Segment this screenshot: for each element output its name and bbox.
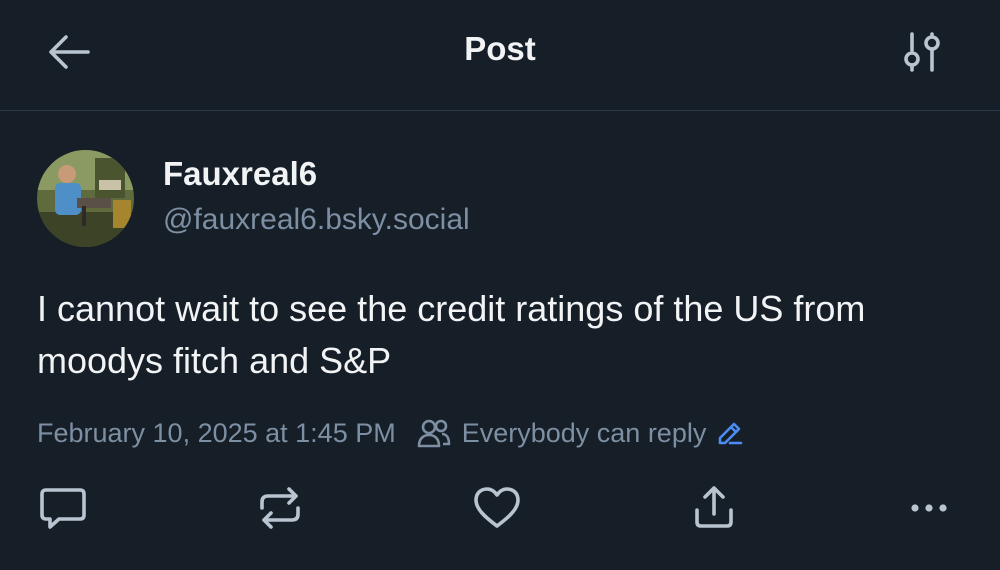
- reply-setting-label: Everybody can reply: [461, 417, 707, 448]
- repost-button[interactable]: [254, 482, 306, 534]
- post-actions: [0, 482, 1000, 534]
- avatar-photo: [37, 150, 134, 247]
- post-timestamp: February 10, 2025 at 1:45 PM: [37, 417, 396, 448]
- pencil-icon[interactable]: [716, 419, 744, 447]
- people-icon: [417, 419, 451, 448]
- like-button[interactable]: [471, 482, 523, 534]
- comment-icon: [40, 488, 86, 529]
- avatar[interactable]: [37, 150, 134, 247]
- heart-icon: [474, 487, 520, 528]
- sliders-icon: [904, 32, 940, 72]
- author-name[interactable]: Fauxreal6: [163, 155, 317, 193]
- page-title: Post: [464, 30, 536, 67]
- reply-button[interactable]: [37, 482, 89, 534]
- author-handle[interactable]: @fauxreal6.bsky.social: [163, 203, 470, 237]
- share-button[interactable]: [688, 482, 740, 534]
- post-text: I cannot wait to see the credit ratings …: [37, 288, 866, 381]
- repost-icon: [260, 487, 300, 529]
- post-header: Post: [0, 0, 1000, 111]
- more-options-button[interactable]: [905, 482, 957, 534]
- share-icon: [695, 486, 733, 528]
- thread-options-button[interactable]: [898, 28, 948, 76]
- ellipsis-icon: [911, 504, 947, 512]
- post-meta: February 10, 2025 at 1:45 PM Everybody c…: [37, 415, 744, 451]
